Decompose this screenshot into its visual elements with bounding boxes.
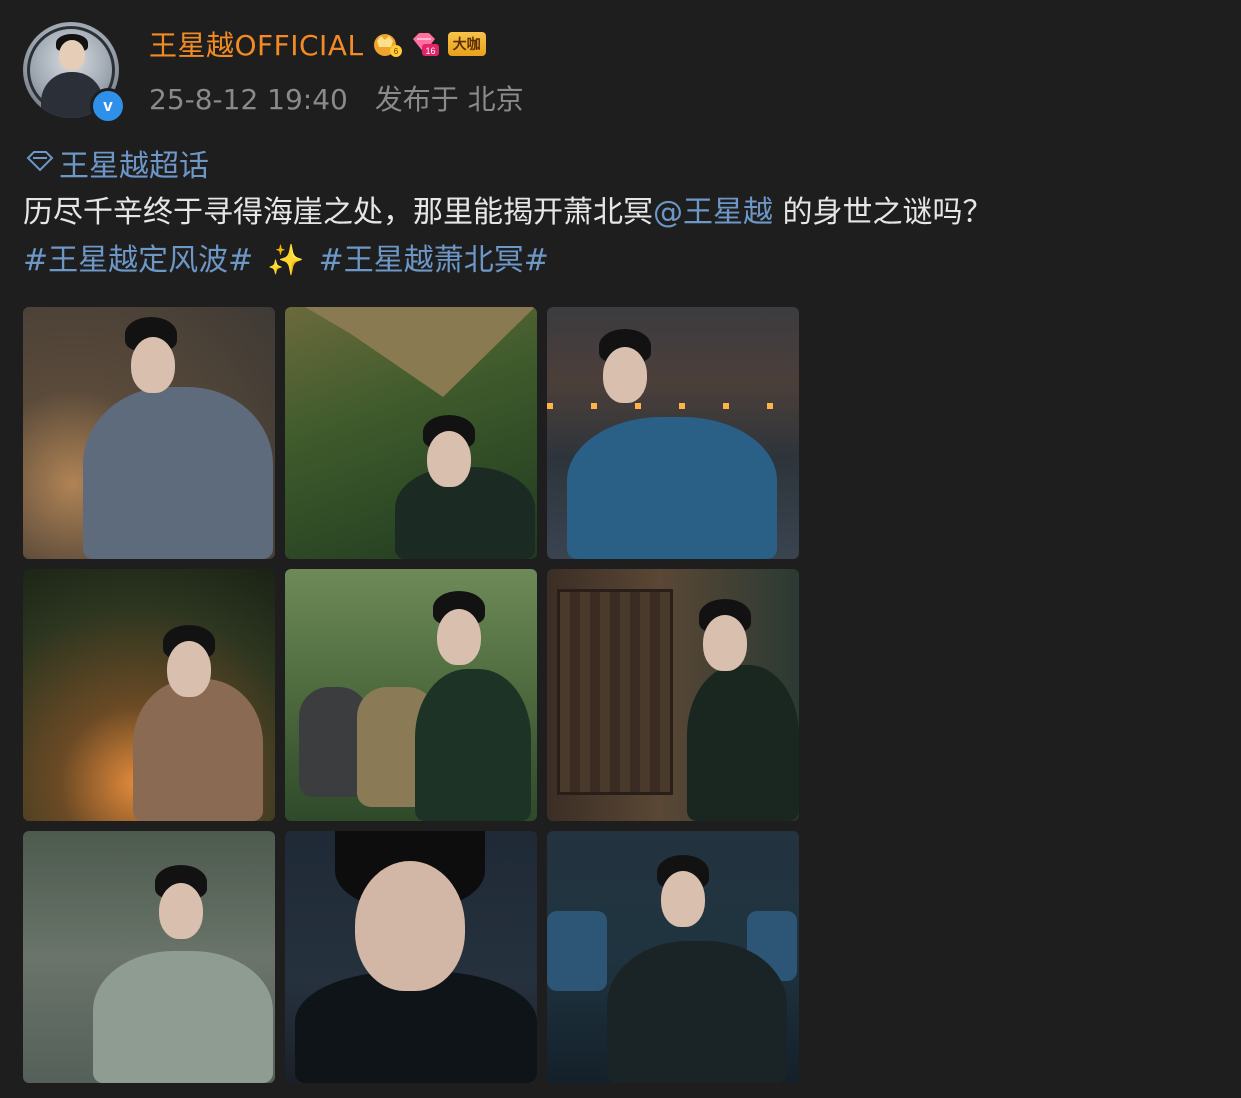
super-topic-label: 王星越超话: [59, 149, 209, 184]
post-meta: 25-8-12 19:40 发布于 北京: [149, 78, 524, 118]
post-location: 发布于 北京: [374, 83, 524, 116]
username[interactable]: 王星越OFFICIAL: [149, 24, 364, 64]
post-timestamp: 25-8-12 19:40: [149, 83, 348, 116]
diamond-level: 16: [425, 46, 435, 56]
crown-badge-icon[interactable]: 6: [372, 31, 402, 57]
photo-5[interactable]: [285, 569, 537, 821]
hashtag-row: #王星越定风波# ✨ #王星越萧北冥#: [23, 240, 549, 282]
post-text-part-2: 的身世之谜吗？: [773, 195, 993, 230]
super-topic-link[interactable]: 王星越超话: [25, 142, 209, 184]
post-text: 历尽千辛终于寻得海崖之处，那里能揭开萧北冥@王星越 的身世之谜吗？: [23, 192, 993, 234]
photo-3[interactable]: [547, 307, 799, 559]
photo-grid: [23, 307, 799, 1083]
diamond-badge-icon[interactable]: 16: [410, 31, 440, 57]
crown-level: 6: [393, 47, 398, 56]
sparkle-emoji-icon: ✨: [267, 243, 305, 278]
weibo-post: v 王星越OFFICIAL 6 16 大咖 25-8-12 19:40 发布于 …: [0, 0, 1241, 1098]
photo-7[interactable]: [23, 831, 275, 1083]
mention-link[interactable]: @王星越: [653, 195, 773, 230]
post-text-part-1: 历尽千辛终于寻得海崖之处，那里能揭开萧北冥: [23, 195, 653, 230]
hashtag-link-1[interactable]: #王星越定风波#: [23, 240, 253, 282]
photo-4[interactable]: [23, 569, 275, 821]
verified-icon: v: [90, 88, 126, 124]
photo-1[interactable]: [23, 307, 275, 559]
daka-badge[interactable]: 大咖: [447, 32, 486, 56]
photo-8[interactable]: [285, 831, 537, 1083]
username-row: 王星越OFFICIAL 6 16 大咖: [149, 24, 486, 64]
diamond-topic-icon: [25, 146, 55, 181]
photo-9[interactable]: [547, 831, 799, 1083]
hashtag-link-2[interactable]: #王星越萧北冥#: [319, 240, 549, 282]
photo-6[interactable]: [547, 569, 799, 821]
photo-2[interactable]: [285, 307, 537, 559]
